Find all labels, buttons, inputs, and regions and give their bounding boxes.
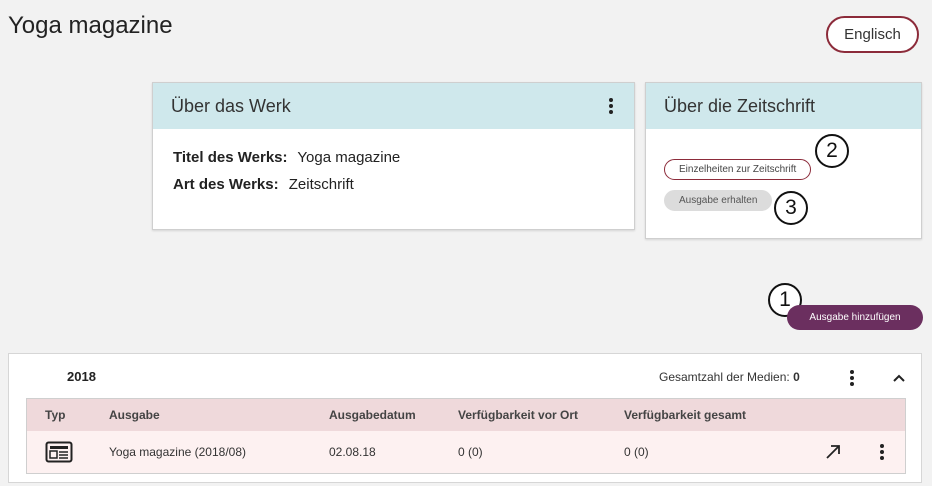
table-row[interactable]: Yoga magazine (2018/08) 02.08.18 0 (0) 0… (27, 431, 905, 473)
issue-total-availability: 0 (0) (624, 445, 649, 459)
add-issue-button[interactable]: Ausgabe hinzufügen (787, 305, 923, 330)
work-type-label: Art des Werks: (173, 176, 279, 193)
journal-card-header: Über die Zeitschrift (646, 83, 921, 129)
work-card-title: Über das Werk (171, 95, 291, 116)
journal-card-title: Über die Zeitschrift (664, 95, 816, 116)
get-issue-button[interactable]: Ausgabe erhalten (664, 190, 773, 211)
col-date: Ausgabedatum (329, 408, 416, 422)
chevron-up-icon[interactable] (891, 372, 907, 384)
media-count-value: 0 (793, 370, 800, 384)
marker-two: 2 (815, 134, 849, 168)
journal-details-button[interactable]: Einzelheiten zur Zeitschrift (664, 159, 812, 180)
language-button[interactable]: Englisch (826, 16, 919, 53)
work-card-menu-icon[interactable] (606, 96, 616, 116)
work-type-value: Zeitschrift (288, 176, 354, 193)
work-title-label: Titel des Werks: (173, 149, 288, 166)
col-issue: Ausgabe (109, 408, 160, 422)
issue-local-availability: 0 (0) (458, 445, 483, 459)
open-arrow-icon[interactable] (825, 444, 841, 460)
work-title-value: Yoga magazine (297, 149, 401, 166)
work-type-row: Art des Werks: Zeitschrift (173, 176, 614, 193)
row-menu-icon[interactable] (877, 442, 887, 462)
work-title-row: Titel des Werks: Yoga magazine (173, 149, 614, 166)
year-menu-icon[interactable] (847, 368, 857, 388)
newspaper-icon (45, 441, 73, 463)
marker-three: 3 (774, 191, 808, 225)
col-total-availability: Verfügbarkeit gesamt (624, 408, 747, 422)
issue-table: Typ Ausgabe Ausgabedatum Verfügbarkeit v… (26, 398, 906, 474)
issue-name[interactable]: Yoga magazine (2018/08) (109, 431, 246, 473)
col-type: Typ (45, 408, 66, 422)
media-count: Gesamtzahl der Medien: 0 (659, 370, 800, 384)
work-card: Über das Werk Titel des Werks: Yoga maga… (152, 82, 635, 230)
issue-date: 02.08.18 (329, 445, 376, 459)
media-count-label: Gesamtzahl der Medien: (659, 370, 790, 384)
table-header: Typ Ausgabe Ausgabedatum Verfügbarkeit v… (27, 399, 905, 431)
year-panel: 2018 Gesamtzahl der Medien: 0 Typ Ausgab… (8, 353, 922, 483)
year-label: 2018 (67, 369, 96, 384)
page-title: Yoga magazine (8, 12, 173, 39)
col-local-availability: Verfügbarkeit vor Ort (458, 408, 579, 422)
work-card-header: Über das Werk (153, 83, 634, 129)
